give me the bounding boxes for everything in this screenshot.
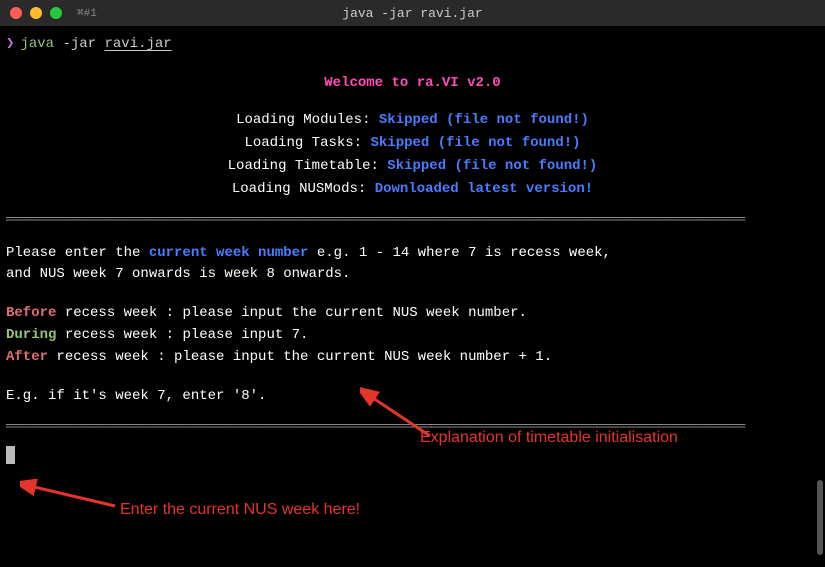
command-flag: -jar [62, 34, 96, 55]
loading-timetable-line: Loading Timetable: Skipped (file not fou… [6, 156, 819, 177]
loading-tasks-status: Skipped (file not found!) [370, 135, 580, 151]
after-rest: recess week : please input the current N… [48, 349, 552, 365]
titlebar: ⌘#1 java -jar ravi.jar [0, 0, 825, 26]
after-keyword: After [6, 349, 48, 365]
loading-timetable-label: Loading Timetable: [228, 158, 388, 174]
rule-after: After recess week : please input the cur… [6, 347, 819, 368]
rules-block: Before recess week : please input the cu… [6, 303, 819, 368]
command-name: java [20, 34, 54, 55]
terminal-window: ⌘#1 java -jar ravi.jar ❯ java -jar ravi.… [0, 0, 825, 567]
input-line[interactable] [6, 446, 819, 467]
loading-modules-label: Loading Modules: [236, 112, 379, 128]
rule-before: Before recess week : please input the cu… [6, 303, 819, 324]
intro-line2: and NUS week 7 onwards is week 8 onwards… [6, 264, 819, 285]
before-keyword: Before [6, 305, 56, 321]
close-icon[interactable] [10, 7, 22, 19]
welcome-text: Welcome to ra.VI v2.0 [6, 73, 819, 94]
rule-during: During recess week : please input 7. [6, 325, 819, 346]
during-keyword: During [6, 327, 56, 343]
loading-timetable-status: Skipped (file not found!) [387, 158, 597, 174]
loading-modules-status: Skipped (file not found!) [379, 112, 589, 128]
cursor-icon [6, 446, 15, 464]
intro-text: Please enter the current week number e.g… [6, 243, 819, 285]
example-text: E.g. if it's week 7, enter '8'. [6, 386, 819, 407]
loading-tasks-label: Loading Tasks: [244, 135, 370, 151]
loading-modules-line: Loading Modules: Skipped (file not found… [6, 110, 819, 131]
before-rest: recess week : please input the current N… [56, 305, 526, 321]
prompt-line: ❯ java -jar ravi.jar [6, 34, 819, 55]
loading-tasks-line: Loading Tasks: Skipped (file not found!) [6, 133, 819, 154]
annotation-enter-here: Enter the current NUS week here! [120, 498, 360, 522]
intro-part2: e.g. 1 - 14 where 7 is recess week, [308, 245, 610, 261]
intro-part1: Please enter the [6, 245, 149, 261]
minimize-icon[interactable] [30, 7, 42, 19]
terminal-body[interactable]: ❯ java -jar ravi.jar Welcome to ra.VI v2… [0, 26, 825, 567]
divider-top: ════════════════════════════════════════… [6, 210, 819, 231]
prompt-arrow-icon: ❯ [6, 34, 14, 55]
titlebar-keyboard-icon: ⌘#1 [77, 6, 97, 20]
welcome-block: Welcome to ra.VI v2.0 Loading Modules: S… [6, 73, 819, 200]
command-arg: ravi.jar [104, 34, 171, 55]
divider-bottom: ════════════════════════════════════════… [6, 417, 819, 438]
loading-nusmods-status: Downloaded latest version! [375, 181, 593, 197]
scrollbar[interactable] [817, 480, 823, 555]
loading-nusmods-label: Loading NUSMods: [232, 181, 375, 197]
traffic-lights [10, 7, 62, 19]
intro-highlight: current week number [149, 245, 309, 261]
during-rest: recess week : please input 7. [56, 327, 308, 343]
window-title: java -jar ravi.jar [342, 6, 482, 21]
loading-nusmods-line: Loading NUSMods: Downloaded latest versi… [6, 179, 819, 200]
arrow-enter-here-icon [20, 476, 120, 516]
maximize-icon[interactable] [50, 7, 62, 19]
